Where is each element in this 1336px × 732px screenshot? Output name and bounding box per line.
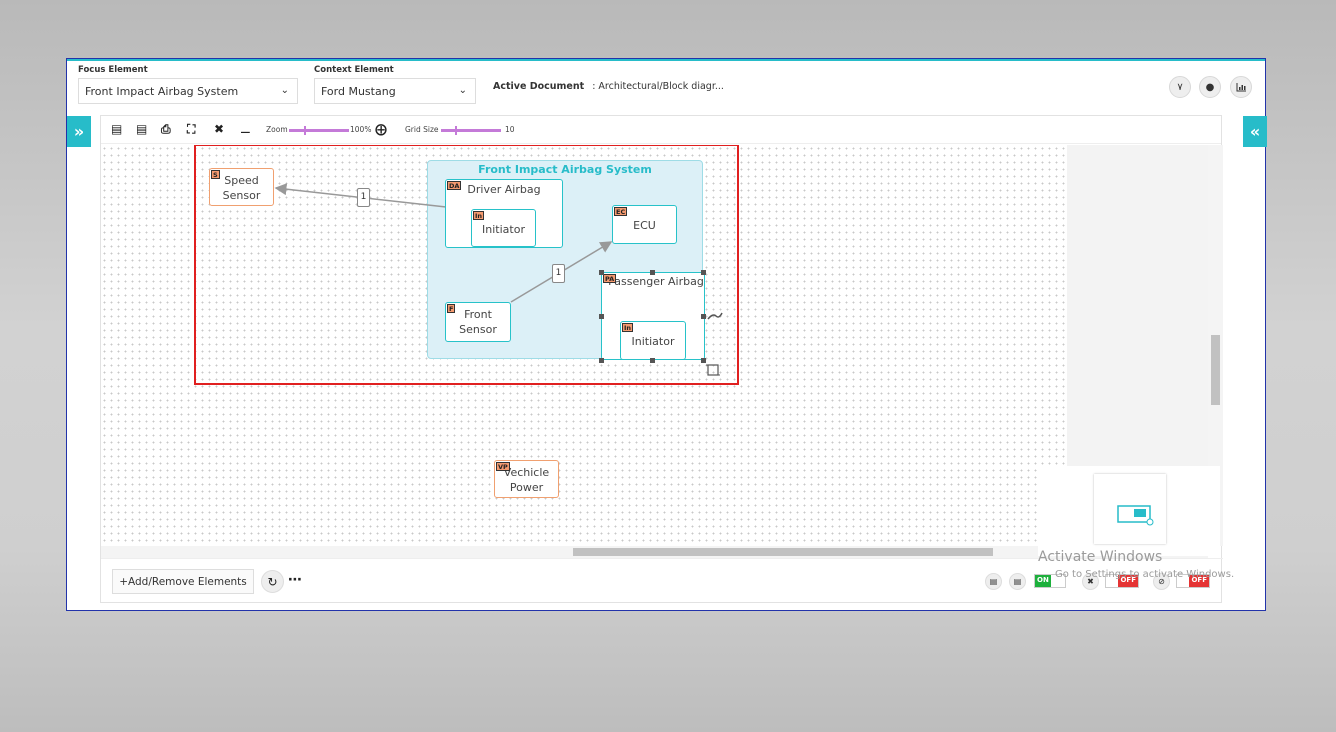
zoom-label: Zoom xyxy=(266,125,288,134)
grid-size-slider-knob[interactable] xyxy=(455,126,457,135)
zoom-in-icon[interactable]: ⨁ xyxy=(375,122,387,136)
export-svg-icon[interactable]: ▤ xyxy=(111,122,122,136)
focus-element-select[interactable]: Front Impact Airbag System ⌄ xyxy=(78,78,298,104)
double-chevron-right-icon: » xyxy=(73,122,85,141)
add-remove-elements-button[interactable]: +Add/Remove Elements xyxy=(112,569,254,594)
active-document-label: Active Document xyxy=(493,81,585,92)
document-export-button[interactable]: ▤ xyxy=(1009,573,1026,590)
highlight-box xyxy=(194,145,739,385)
grid-size-label: Grid Size xyxy=(405,125,439,134)
document-button[interactable]: ▤ xyxy=(985,573,1002,590)
activate-windows-watermark: Activate Windows xyxy=(1038,549,1163,565)
export-png-icon[interactable]: ▤ xyxy=(136,122,147,136)
vertical-diagram-icon: ۷ xyxy=(1177,81,1183,93)
minimap-viewport[interactable] xyxy=(1094,474,1166,544)
more-options-icon[interactable]: ⋯ xyxy=(288,572,302,588)
fullscreen-icon[interactable]: ⛶ xyxy=(187,122,195,137)
minimap-preview-icon xyxy=(1117,505,1154,526)
chevron-down-icon: ⌄ xyxy=(458,85,467,96)
drop-button[interactable]: ● xyxy=(1199,76,1221,98)
node-vehicle-power[interactable]: VP Vechicle Power xyxy=(494,460,559,498)
grid-size-value: 10 xyxy=(505,125,515,134)
active-document: Active Document : Architectural/Block dia… xyxy=(493,81,724,92)
horizontal-scrollbar-thumb[interactable] xyxy=(573,548,993,556)
chart-button[interactable] xyxy=(1230,76,1252,98)
document-export-icon: ▤ xyxy=(1013,577,1022,586)
expand-right-panel-button[interactable]: « xyxy=(1243,116,1267,147)
drop-icon: ● xyxy=(1205,81,1215,93)
node-label-line2: Power xyxy=(509,481,544,494)
chevron-down-icon: ⌄ xyxy=(280,85,289,96)
diagram-toolbar: ▤ ▤ ⎙ ⛶ ✖ ⚊ Zoom 100% ⨁ Grid Size 10 xyxy=(101,116,1221,144)
context-element-select[interactable]: Ford Mustang ⌄ xyxy=(314,78,476,104)
context-element-value: Ford Mustang xyxy=(321,85,396,98)
fit-to-screen-icon[interactable]: ✖ xyxy=(214,122,224,136)
active-document-value: : Architectural/Block diagr... xyxy=(592,81,724,92)
zoom-slider[interactable] xyxy=(289,129,349,132)
zoom-value: 100% xyxy=(350,125,372,134)
vertical-diagram-button[interactable]: ۷ xyxy=(1169,76,1191,98)
accent-line xyxy=(67,59,1265,61)
node-tag: VP xyxy=(496,462,510,471)
grid-size-slider[interactable] xyxy=(441,129,501,132)
chart-icon xyxy=(1236,83,1246,92)
zoom-slider-knob[interactable] xyxy=(304,126,306,135)
document-icon: ▤ xyxy=(989,577,998,586)
focus-element-label: Focus Element xyxy=(78,65,148,75)
refresh-button[interactable]: ↻ xyxy=(261,570,284,593)
print-icon[interactable]: ⎙ xyxy=(161,122,171,137)
expand-left-panel-button[interactable]: » xyxy=(67,116,91,147)
zoom-out-icon[interactable]: ⚊ xyxy=(240,122,251,136)
vertical-scrollbar-thumb[interactable] xyxy=(1211,335,1220,405)
double-chevron-left-icon: « xyxy=(1249,122,1261,141)
context-element-label: Context Element xyxy=(314,65,394,75)
activate-windows-subtext: Go to Settings to activate Windows. xyxy=(1055,569,1235,580)
focus-element-value: Front Impact Airbag System xyxy=(85,85,239,98)
minimap[interactable] xyxy=(1038,466,1220,556)
toggle-on-label: ON xyxy=(1035,575,1051,587)
refresh-icon: ↻ xyxy=(267,574,278,589)
